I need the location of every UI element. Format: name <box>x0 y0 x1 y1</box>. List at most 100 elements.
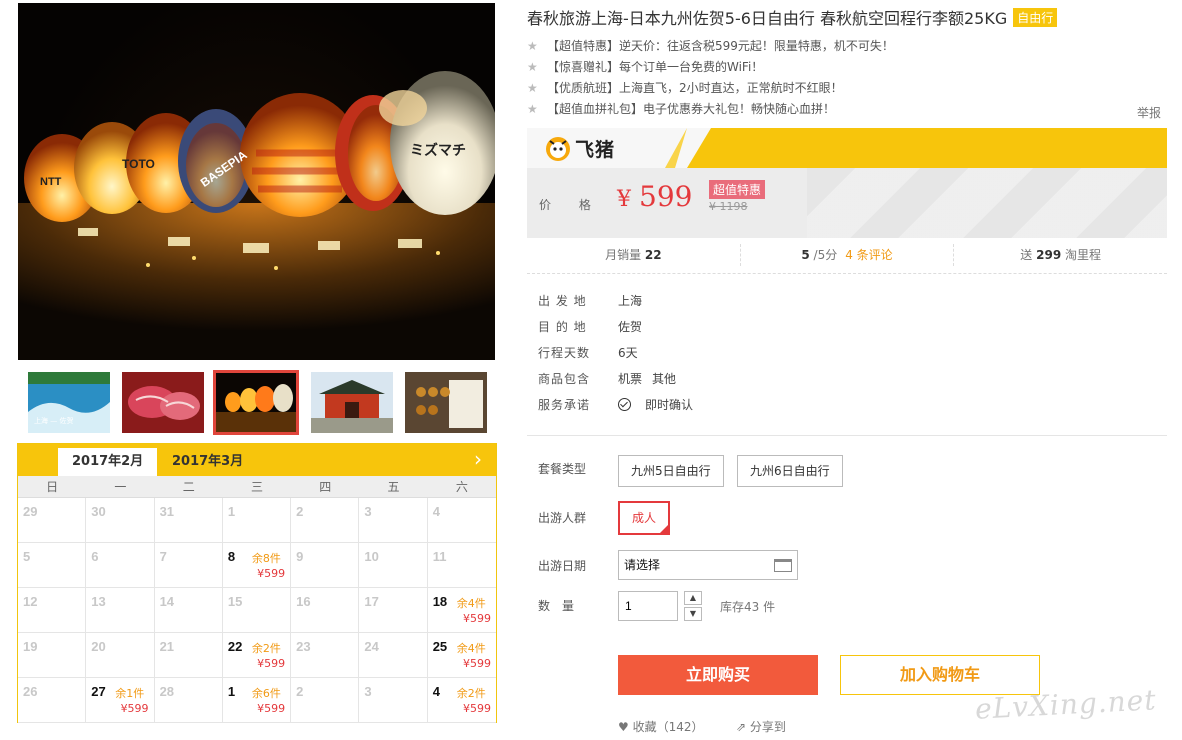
calendar-day-number: 26 <box>23 684 38 699</box>
calendar-day-number: 11 <box>432 549 447 564</box>
quantity-increase-icon[interactable]: ▲ <box>684 591 702 605</box>
calendar-day-number: 12 <box>23 594 38 609</box>
calendar-day-number: 16 <box>296 594 311 609</box>
star-icon: ★ <box>527 102 538 116</box>
group-label: 出游人群 <box>538 511 587 525</box>
calendar-day-number: 6 <box>91 549 99 564</box>
thumbnail-3-selected[interactable] <box>213 370 299 435</box>
price-row-pattern <box>807 168 1167 238</box>
balloon-label-1: NTT <box>40 176 62 188</box>
calendar-day-number: 30 <box>91 504 106 519</box>
calendar-day-number: 14 <box>159 594 175 609</box>
sales-label: 月销量 <box>605 248 642 262</box>
group-option-adult[interactable]: 成人 <box>618 501 671 535</box>
thumbnail-1-caption: 上海 — 佐贺 <box>34 416 73 425</box>
promo-text: 【惊喜赠礼】每个订单一台免费的WiFi！ <box>547 60 764 74</box>
calendar-day-cell: 30 <box>86 498 155 543</box>
sales-value: 22 <box>644 248 662 262</box>
calendar-day-number: 4 <box>432 684 440 699</box>
calendar-day-price: ¥599 <box>462 657 491 670</box>
reward-points: 送 299 淘里程 <box>954 244 1167 266</box>
heart-icon: ♥ <box>618 720 629 734</box>
calendar-day-price: ¥599 <box>257 657 286 670</box>
price-amount: 599 <box>639 180 693 213</box>
calendar-day-number: 1 <box>227 504 236 519</box>
promo-text: 【超值特惠】逆天价：往返含税599元起！限量特惠，机不可失！ <box>547 39 894 53</box>
thumbnail-5[interactable] <box>405 372 487 433</box>
info-row-promise: 服务承诺 即时确认 <box>538 396 693 422</box>
calendar-day-number: 19 <box>23 639 38 654</box>
thumbnail-2[interactable] <box>122 372 204 433</box>
calendar-day-cell: 14 <box>154 588 223 633</box>
calendar-day-cell[interactable]: 25 余4件 ¥599 <box>427 633 496 678</box>
fliggy-logo: 飞猪 <box>545 135 615 162</box>
package-option-6day[interactable]: 九州6日自由行 <box>737 455 843 487</box>
reviews-link[interactable]: 4 条评论 <box>845 248 892 262</box>
report-link[interactable]: 举报 <box>1137 104 1161 121</box>
promise-value: 即时确认 <box>618 396 693 422</box>
calendar-day-price: ¥599 <box>462 702 491 715</box>
weekday-label: 三 <box>250 480 263 494</box>
quantity-decrease-icon[interactable]: ▼ <box>684 607 702 621</box>
departure-calendar: 2017年2月 2017年3月 › 日 一 二 三 四 五 六 29 30 31 1 2… <box>17 443 497 723</box>
thumbnail-3-image <box>215 372 297 433</box>
quantity-input[interactable] <box>618 591 678 621</box>
share-link[interactable]: ⇗ 分享到 <box>736 718 786 735</box>
calendar-day-cell: 15 <box>222 588 292 633</box>
calendar-day-number: 23 <box>296 639 311 654</box>
promo-text: 【优质航班】上海直飞，2小时直达，正常航时不红眼！ <box>547 81 843 95</box>
promo-item: ★ 【惊喜赠礼】每个订单一台免费的WiFi！ <box>527 57 894 78</box>
calendar-day-cell[interactable]: 27 余1件 ¥599 <box>86 678 155 723</box>
calendar-day-cell[interactable]: 22 余2件 ¥599 <box>222 633 292 678</box>
include-item: 其他 <box>652 372 677 386</box>
thumbnail-4[interactable] <box>311 372 393 433</box>
calendar-icon[interactable] <box>774 559 792 572</box>
tab-month-feb[interactable]: 2017年2月 <box>58 448 158 476</box>
calendar-day-number: 27 <box>91 684 106 699</box>
date-picker-input[interactable]: 请选择 <box>618 550 798 580</box>
thumbnail-1[interactable]: 上海 — 佐贺 <box>28 372 110 433</box>
main-product-photo: NTT TOTO BASEPIA ミズマチ <box>18 3 495 360</box>
calendar-day-stock: 余2件 <box>251 642 281 655</box>
favorite-link[interactable]: ♥ 收藏（142） <box>618 718 704 735</box>
info-row-destination: 目 的 地 佐贺 <box>538 318 693 344</box>
days-label: 行程天数 <box>538 346 591 360</box>
promo-item: ★ 【超值特惠】逆天价：往返含税599元起！限量特惠，机不可失！ <box>527 36 894 57</box>
thumbnail-2-image <box>122 372 204 433</box>
add-to-cart-button[interactable]: 加入购物车 <box>840 655 1040 695</box>
package-option-5day[interactable]: 九州5日自由行 <box>618 455 724 487</box>
hot-air-balloon-night-illustration: NTT TOTO BASEPIA ミズマチ <box>18 71 495 360</box>
calendar-day-cell: 9 <box>291 543 360 588</box>
calendar-day-number: 20 <box>91 639 106 654</box>
includes-value: 机票 其他 <box>618 370 676 396</box>
calendar-day-number: 10 <box>364 549 379 564</box>
date-label: 出游日期 <box>538 559 587 573</box>
calendar-day-number: 24 <box>364 639 379 654</box>
calendar-day-cell: 28 <box>154 678 223 723</box>
calendar-day-stock: 余1件 <box>115 687 145 700</box>
calendar-day-number: 2 <box>296 684 304 699</box>
buy-now-button[interactable]: 立即购买 <box>618 655 818 695</box>
calendar-day-stock: 余4件 <box>456 597 486 610</box>
star-icon: ★ <box>527 81 538 95</box>
calendar-day-cell[interactable]: 1 余6件 ¥599 <box>222 678 292 723</box>
tab-month-mar[interactable]: 2017年3月 <box>158 448 257 476</box>
weekday-label: 四 <box>319 480 332 494</box>
calendar-day-cell[interactable]: 8 余8件 ¥599 <box>222 543 292 588</box>
calendar-day-cell: 7 <box>154 543 223 588</box>
calendar-day-number: 31 <box>159 504 175 519</box>
calendar-day-cell[interactable]: 18 余4件 ¥599 <box>427 588 496 633</box>
promo-item: ★ 【超值血拼礼包】电子优惠券大礼包！畅快随心血拼！ <box>527 99 894 120</box>
thumbnail-4-image <box>311 372 393 433</box>
calendar-day-cell: 1 <box>222 498 292 543</box>
balloon-label-4: ミズマチ <box>410 142 466 158</box>
calendar-day-cell: 26 <box>18 678 87 723</box>
calendar-day-cell[interactable]: 4 余2件 ¥599 <box>427 678 496 723</box>
chevron-right-icon[interactable]: › <box>468 448 488 470</box>
brand-name: 飞猪 <box>575 139 616 161</box>
calendar-day-stock: 余2件 <box>456 687 486 700</box>
calendar-day-number: 8 <box>227 549 236 564</box>
calendar-day-cell: 2 <box>291 678 360 723</box>
calendar-day-cell: 3 <box>359 678 428 723</box>
calendar-weekday-row: 日 一 二 三 四 五 六 <box>18 476 496 498</box>
